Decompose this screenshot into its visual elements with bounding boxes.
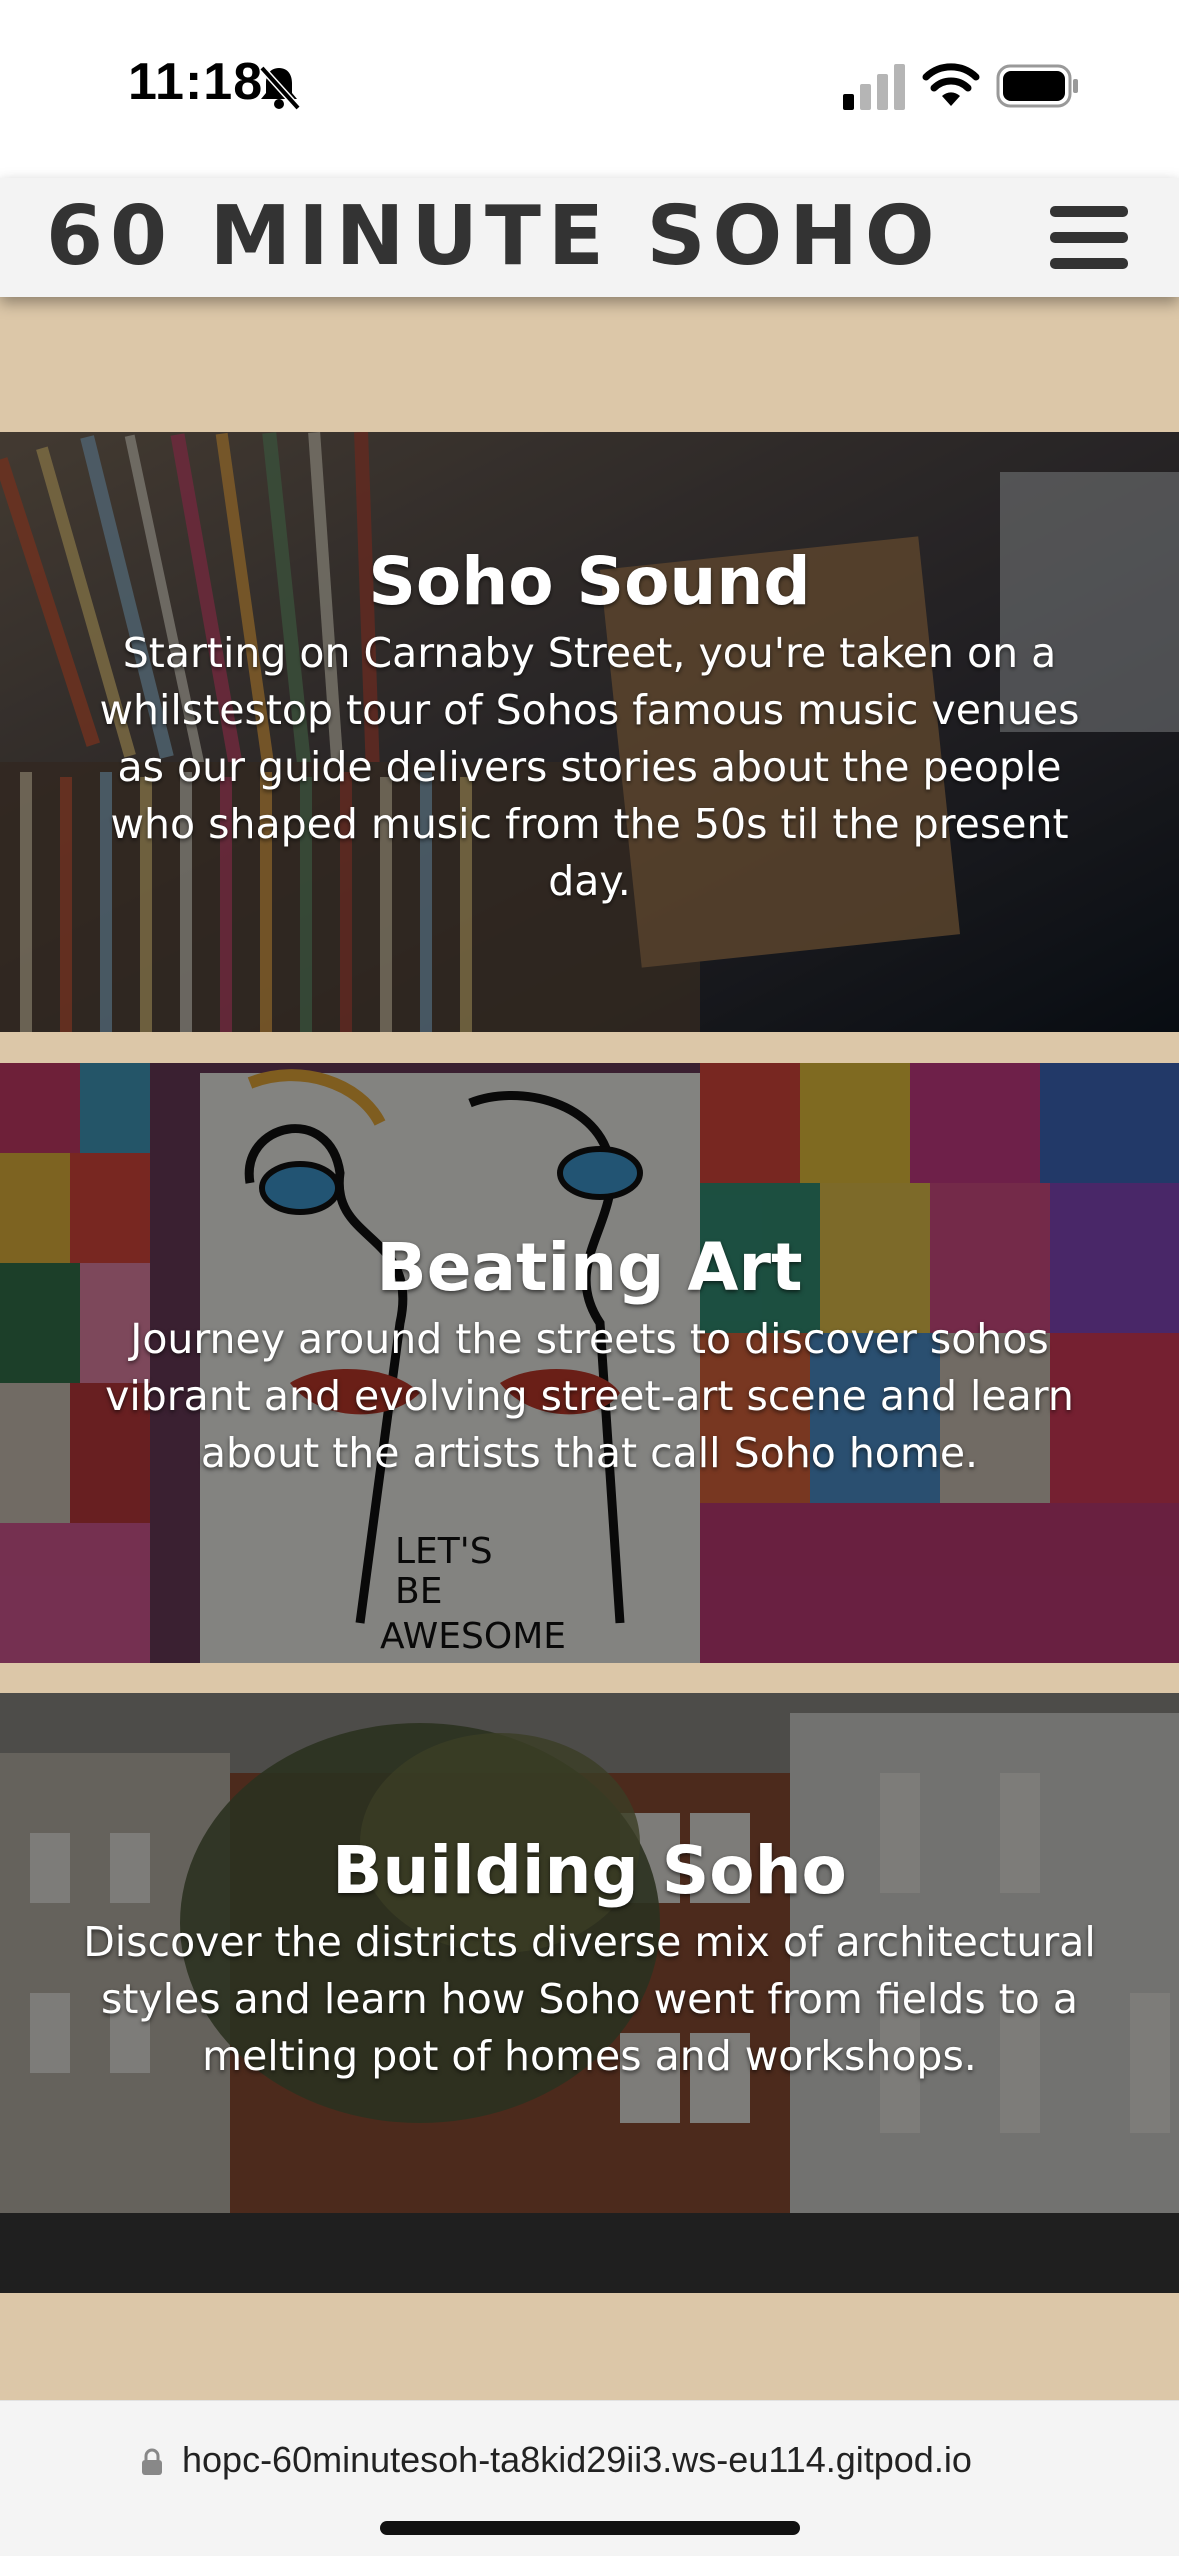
lock-icon (142, 2448, 162, 2475)
bell-slash-icon (259, 65, 301, 111)
home-indicator[interactable] (380, 2521, 800, 2535)
tour-description: Journey around the streets to discover s… (105, 1315, 1074, 1478)
tour-title: Soho Sound (368, 543, 811, 620)
status-time: 11:18 (128, 53, 264, 111)
site-header: 60 MINUTE SOHO (0, 178, 1179, 297)
tour-card-building-soho[interactable]: Building Soho Discover the districts div… (0, 1693, 1179, 2293)
tour-description: Starting on Carnaby Street, you're taken… (99, 629, 1080, 906)
tour-text-building-soho: Building Soho Discover the districts div… (70, 1831, 1109, 2085)
site-title[interactable]: 60 MINUTE SOHO (46, 196, 942, 278)
hamburger-menu-icon[interactable] (1048, 204, 1130, 270)
url-text[interactable]: hopc-60minutesoh-ta8kid29ii3.ws-eu114.gi… (182, 2439, 972, 2481)
tour-text-beating-art: Beating Art Journey around the streets t… (70, 1228, 1109, 1482)
tour-card-beating-art[interactable]: LET'S BE AWESOME Beating Art Journey aro… (0, 1063, 1179, 1663)
tour-card-soho-sound[interactable]: Soho Sound Starting on Carnaby Street, y… (0, 432, 1179, 1032)
cellular-signal-icon (843, 64, 905, 110)
tour-text-soho-sound: Soho Sound Starting on Carnaby Street, y… (70, 542, 1109, 910)
status-bar: 11:18 (0, 0, 1179, 178)
tour-description: Discover the districts diverse mix of ar… (83, 1918, 1096, 2081)
tour-title: Beating Art (376, 1229, 803, 1306)
browser-url-bar[interactable]: hopc-60minutesoh-ta8kid29ii3.ws-eu114.gi… (0, 2400, 1179, 2556)
wifi-icon (922, 63, 980, 106)
tour-title: Building Soho (332, 1832, 847, 1909)
battery-icon (996, 64, 1078, 108)
